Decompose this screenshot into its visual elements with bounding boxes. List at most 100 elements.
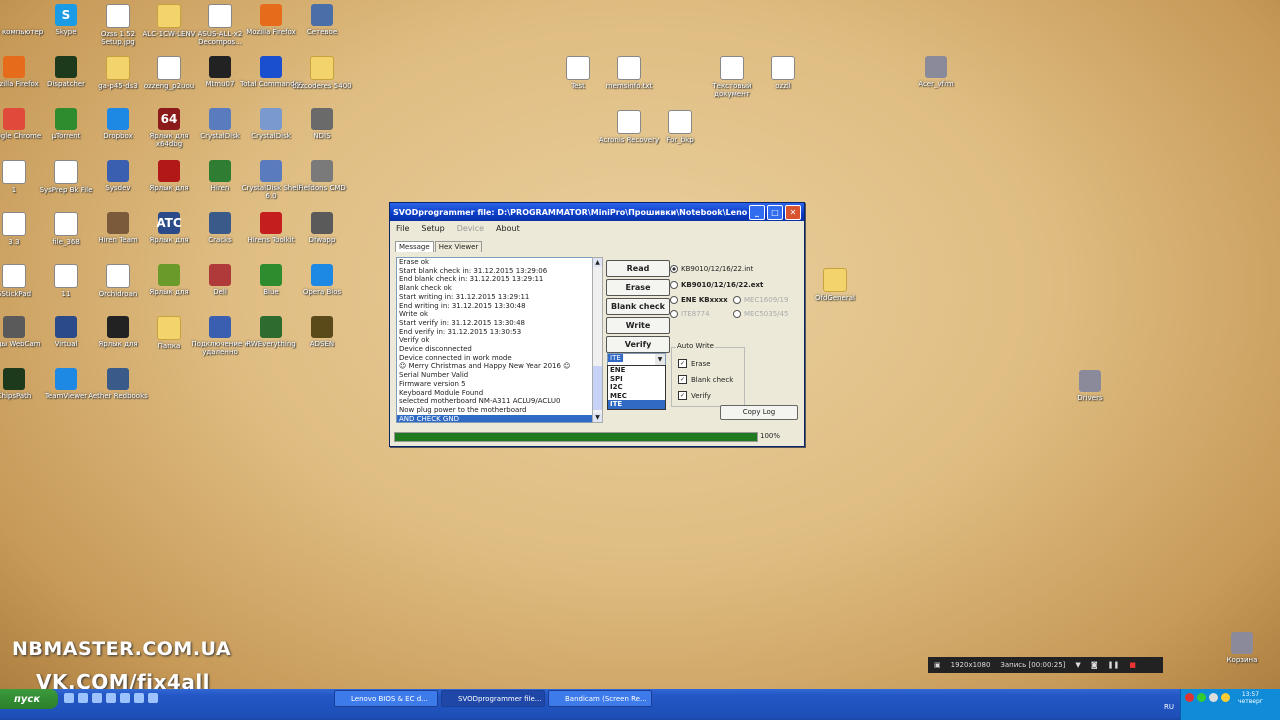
dropdown-option[interactable]: SPI <box>608 375 665 384</box>
tab-hex-viewer[interactable]: Hex Viewer <box>434 241 483 252</box>
app-icon <box>55 368 77 390</box>
app-icon <box>55 56 77 78</box>
desktop-icon[interactable]: memsinfo.txt <box>597 56 661 90</box>
dropdown-option[interactable]: ENE <box>608 366 665 375</box>
app-icon <box>3 108 25 130</box>
desktop-icon-label: memsinfo.txt <box>605 82 653 90</box>
menu-file[interactable]: File <box>396 224 409 233</box>
write-button[interactable]: Write <box>606 317 670 334</box>
desktop-icon[interactable]: ozzcoderes 5400 <box>290 56 354 90</box>
app-icon <box>209 264 231 286</box>
radio-kb9010-int[interactable]: KB9010/12/16/22.int <box>670 265 753 273</box>
chrome-icon[interactable] <box>106 693 116 703</box>
explorer-icon[interactable] <box>78 693 88 703</box>
verify-button[interactable]: Verify <box>606 336 670 353</box>
desktop-icon[interactable]: ADSEN <box>290 316 354 348</box>
dropdown-option[interactable]: MEC <box>608 392 665 401</box>
desktop-icon[interactable]: OfdGeneral <box>803 268 867 302</box>
pause-icon[interactable]: ❚❚ <box>1108 661 1120 669</box>
read-button[interactable]: Read <box>606 260 670 277</box>
app-icon <box>260 264 282 286</box>
desktop-icon-label: ozzll <box>775 82 791 90</box>
menu-setup[interactable]: Setup <box>421 224 444 233</box>
dropdown-icon[interactable]: ▼ <box>1075 661 1080 669</box>
desktop-icon[interactable]: Dfwapp <box>290 212 354 244</box>
app-icon <box>209 212 231 234</box>
desktop-icon-label: Opera Bios <box>302 288 342 296</box>
clock[interactable]: 13:57 четверг <box>1238 691 1263 705</box>
total-commander-icon[interactable] <box>134 693 144 703</box>
menu-about[interactable]: About <box>496 224 520 233</box>
auto-write-verify-checkbox[interactable]: ✓ Verify <box>678 391 711 400</box>
task-bandicam[interactable]: Bandicam (Screen Re... <box>548 690 652 707</box>
auto-write-erase-checkbox[interactable]: ✓ Erase <box>678 359 711 368</box>
auto-write-blank-check-checkbox[interactable]: ✓ Blank check <box>678 375 733 384</box>
app-icon <box>158 160 180 182</box>
show-desktop-icon[interactable] <box>64 693 74 703</box>
language-indicator[interactable]: RU <box>1164 703 1174 711</box>
radio-ite8774[interactable]: ITE8774 <box>670 310 710 318</box>
desktop-icon[interactable]: For_bkp <box>648 110 712 144</box>
desktop-icon[interactable]: Acer_vfrm <box>904 56 968 88</box>
skype-icon[interactable] <box>120 693 130 703</box>
task-lenovo-bios[interactable]: Lenovo BIOS & EC d... <box>334 690 438 707</box>
record-icon[interactable] <box>1185 693 1194 702</box>
close-icon[interactable]: ✕ <box>785 204 801 220</box>
watermark-site: NBMASTER.COM.UA <box>12 638 232 660</box>
app-icon <box>55 316 77 338</box>
camera-icon[interactable]: ◙ <box>1091 661 1098 669</box>
radio-mec5035[interactable]: MEC5035/45 <box>733 310 788 318</box>
app-icon <box>107 212 129 234</box>
desktop-icon[interactable]: NDIS <box>290 108 354 140</box>
desktop-icon[interactable]: ozzll <box>751 56 815 90</box>
folder-icon <box>310 56 334 80</box>
torrent-icon[interactable] <box>148 693 158 703</box>
app-icon <box>311 160 333 182</box>
radio-mec1609[interactable]: MEC1609/19 <box>733 296 788 304</box>
maximize-icon[interactable]: □ <box>767 204 783 220</box>
desktop-icon[interactable]: Fiefdons CMD <box>290 160 354 192</box>
app-icon <box>311 4 333 26</box>
radio-kb9010-ext[interactable]: KB9010/12/16/22.ext <box>670 281 763 289</box>
desktop-icon[interactable]: Opera Bios <box>290 264 354 296</box>
log-scrollbar[interactable]: ▲ ▼ <box>592 257 603 423</box>
copy-log-button[interactable]: Copy Log <box>720 405 798 420</box>
message-log[interactable]: Erase ok Start blank check in: 31.12.2015… <box>396 257 594 423</box>
progress-percent: 100% <box>760 432 781 440</box>
start-button[interactable]: пуск <box>0 689 58 709</box>
task-svod-programmer[interactable]: SVODprogrammer file... <box>441 690 545 707</box>
security-icon[interactable] <box>1221 693 1230 702</box>
desktop-icon[interactable]: Aether Redbooks <box>86 368 150 400</box>
menu-device[interactable]: Device <box>457 224 484 233</box>
desktop-icon[interactable]: Корзина <box>1210 632 1274 664</box>
radio-ene-kbxxxx[interactable]: ENE KBxxxx <box>670 296 728 304</box>
chevron-down-icon[interactable]: ▼ <box>655 354 665 365</box>
stop-icon[interactable]: ■ <box>1129 661 1136 669</box>
app-icon <box>925 56 947 78</box>
scroll-up-icon[interactable]: ▲ <box>593 258 602 267</box>
volume-icon[interactable] <box>1209 693 1218 702</box>
minimize-icon[interactable]: _ <box>749 204 765 220</box>
auto-write-group: Auto Write ✓ Erase ✓ Blank check ✓ Verify <box>671 342 745 407</box>
app-icon <box>311 264 333 286</box>
app-icon <box>209 108 231 130</box>
blank-check-button[interactable]: Blank check <box>606 298 670 315</box>
app-icon <box>3 368 25 390</box>
desktop-icon[interactable]: Сетевое <box>290 4 354 36</box>
app-icon <box>260 160 282 182</box>
tab-message[interactable]: Message <box>395 241 434 252</box>
log-line: Keyboard Module Found <box>399 388 484 397</box>
network-icon[interactable] <box>1197 693 1206 702</box>
app-icon <box>107 108 129 130</box>
firefox-icon[interactable] <box>92 693 102 703</box>
title-bar[interactable]: SVODprogrammer file: D:\PROGRAMMATOR\Min… <box>390 203 804 221</box>
dropdown-option[interactable]: I2C <box>608 383 665 392</box>
screen-icon[interactable]: ▣ <box>934 661 941 669</box>
erase-button[interactable]: Erase <box>606 279 670 296</box>
desktop-icon[interactable]: Drivers <box>1058 370 1122 402</box>
scroll-thumb[interactable] <box>593 366 602 410</box>
dropdown-option[interactable]: ITE <box>608 400 665 409</box>
scroll-down-icon[interactable]: ▼ <box>593 413 602 422</box>
log-line: Firmware version 5 <box>399 379 466 388</box>
menu-bar: File Setup Device About <box>390 221 804 235</box>
